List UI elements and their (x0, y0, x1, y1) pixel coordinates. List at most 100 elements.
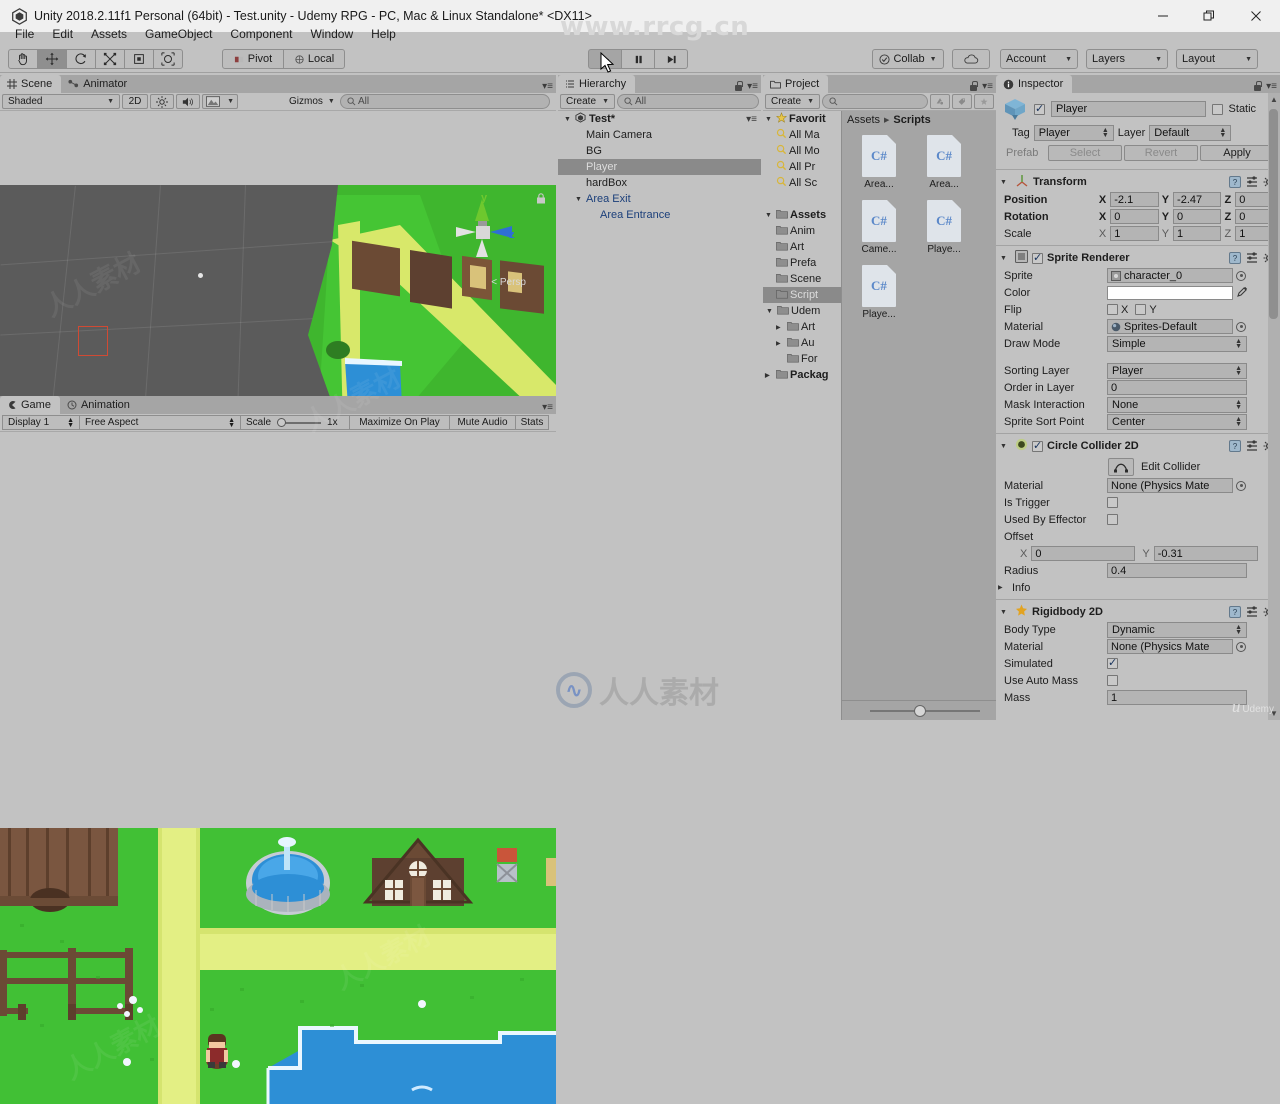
hamburger-icon[interactable]: ▾≡ (746, 114, 757, 124)
color-swatch[interactable] (1107, 285, 1233, 300)
chevron-right-icon[interactable]: ▶ (998, 584, 1009, 591)
body-type-dropdown[interactable]: Dynamic ▲ ▼ (1107, 621, 1247, 638)
prefab-revert-button[interactable]: Revert (1124, 145, 1198, 161)
flip-y-checkbox[interactable] (1135, 304, 1147, 315)
project-search-input[interactable] (822, 94, 928, 109)
asset-item[interactable]: C# Area... (848, 135, 910, 190)
tab-animator[interactable]: Animator (61, 75, 137, 93)
project-tree-all-prefabs[interactable]: All Pr (763, 159, 841, 175)
project-tree-assets[interactable]: ▼ Assets (763, 207, 841, 223)
offset-x-input[interactable]: 0 (1031, 546, 1136, 561)
radius-input[interactable]: 0.4 (1107, 563, 1247, 578)
project-tree-favorites[interactable]: ▼ Favorit (763, 111, 841, 127)
hierarchy-search-input[interactable]: All (617, 94, 759, 109)
project-tab-options[interactable]: ▾≡ (969, 81, 993, 91)
rotate-tool[interactable] (66, 49, 96, 69)
label-filter-icon[interactable] (952, 94, 972, 109)
gameobject-enabled-checkbox[interactable] (1034, 102, 1045, 115)
scroll-down-arrow[interactable]: ▼ (1270, 709, 1278, 718)
chevron-down-icon[interactable]: ▼ (1000, 255, 1011, 262)
game-tab-options[interactable]: ▾≡ (542, 403, 553, 413)
project-tree-prefabs[interactable]: Prefa (763, 255, 841, 271)
hierarchy-item-hardbox[interactable]: hardBox (558, 175, 761, 191)
tab-project[interactable]: Project (763, 75, 829, 93)
rb-material-field[interactable]: None (Physics Mate (1107, 639, 1233, 654)
chevron-right-icon[interactable]: ▶ (776, 324, 787, 331)
scale-slider[interactable]: Scale 1x (240, 415, 350, 430)
mask-interaction-dropdown[interactable]: None ▲ ▼ (1107, 396, 1247, 413)
hierarchy-item-main-camera[interactable]: Main Camera (558, 127, 761, 143)
pause-button[interactable] (621, 49, 655, 69)
layout-button[interactable]: Layout ▼ (1176, 49, 1258, 69)
chevron-down-icon[interactable]: ▼ (1000, 609, 1011, 616)
asset-filter-icon[interactable] (930, 94, 950, 109)
sprite-sort-point-dropdown[interactable]: Center ▲ ▼ (1107, 413, 1247, 430)
move-tool[interactable] (37, 49, 67, 69)
scale-knob[interactable] (277, 418, 287, 427)
component-header-rigidbody-2d[interactable]: ▼ Rigidbody 2D ? (996, 603, 1280, 621)
used-by-effector-checkbox[interactable] (1107, 514, 1118, 525)
scene-lighting-toggle[interactable] (150, 94, 174, 109)
maximize-on-play-toggle[interactable]: Maximize On Play (349, 415, 450, 430)
breadcrumb-scripts[interactable]: Scripts (893, 114, 930, 126)
breadcrumb-assets[interactable]: Assets (847, 114, 880, 126)
local-toggle[interactable]: Local (283, 49, 345, 69)
tab-inspector[interactable]: Inspector (996, 75, 1073, 93)
collider-material-picker-icon[interactable] (1236, 480, 1246, 491)
menu-file[interactable]: File (6, 25, 43, 43)
project-tree-udemy[interactable]: ▼ Udem (763, 303, 841, 319)
rect-tool[interactable] (124, 49, 154, 69)
inspector-scrollbar[interactable]: ▲ ▼ (1268, 93, 1280, 720)
menu-gameobject[interactable]: GameObject (136, 25, 221, 43)
rb-material-picker-icon[interactable] (1236, 641, 1246, 652)
circle-collider-enabled-checkbox[interactable] (1032, 439, 1043, 452)
asset-item[interactable]: C# Area... (913, 135, 975, 190)
offset-y-input[interactable]: -0.31 (1153, 546, 1258, 561)
scene-2d-toggle[interactable]: 2D (122, 94, 148, 109)
cloud-button[interactable] (952, 49, 990, 69)
rotation-y-input[interactable]: 0 (1173, 209, 1222, 224)
chevron-down-icon[interactable]: ▼ (765, 212, 776, 219)
prefab-apply-button[interactable]: Apply (1200, 145, 1274, 161)
hierarchy-item-bg[interactable]: BG (558, 143, 761, 159)
chevron-down-icon[interactable]: ▼ (1000, 179, 1011, 186)
chevron-down-icon[interactable]: ▼ (575, 196, 586, 203)
tab-scene[interactable]: Scene (0, 75, 62, 93)
chevron-down-icon[interactable]: ▼ (1000, 443, 1011, 450)
project-tree-scenes[interactable]: Scene (763, 271, 841, 287)
hamburger-icon[interactable]: ▾≡ (1266, 81, 1277, 91)
info-foldout-row[interactable]: ▶ Info (996, 579, 1280, 596)
sprite-renderer-enabled-checkbox[interactable] (1032, 251, 1043, 264)
use-auto-mass-checkbox[interactable] (1107, 675, 1118, 686)
draw-mode-dropdown[interactable]: Simple ▲ ▼ (1107, 335, 1247, 352)
tab-game[interactable]: Game (0, 396, 60, 414)
gizmos-dropdown[interactable]: Gizmos ▼ (284, 94, 338, 109)
chevron-right-icon[interactable]: ▶ (765, 372, 776, 379)
material-picker-icon[interactable] (1236, 321, 1246, 332)
mass-input[interactable]: 1 (1107, 690, 1247, 705)
zoom-track[interactable] (870, 704, 980, 717)
lock-icon[interactable] (969, 81, 978, 91)
chevron-down-icon[interactable]: ▼ (766, 308, 777, 315)
project-tree-udemy-audio[interactable]: ▶ Au (763, 335, 841, 351)
pivot-toggle[interactable]: Pivot (222, 49, 284, 69)
scene-audio-toggle[interactable] (176, 94, 200, 109)
position-y-input[interactable]: -2.47 (1173, 192, 1222, 207)
scene-tab-options[interactable]: ▾≡ (542, 82, 553, 92)
chevron-right-icon[interactable]: ▶ (776, 340, 787, 347)
edit-collider-button[interactable] (1108, 458, 1134, 476)
order-in-layer-input[interactable]: 0 (1107, 380, 1247, 395)
eyedropper-icon[interactable] (1236, 285, 1249, 301)
rotation-x-input[interactable]: 0 (1110, 209, 1159, 224)
hand-tool[interactable] (8, 49, 38, 69)
tab-hierarchy[interactable]: Hierarchy (558, 75, 636, 93)
component-header-sprite-renderer[interactable]: ▼ Sprite Renderer ? (996, 249, 1280, 267)
scroll-up-arrow[interactable]: ▲ (1270, 95, 1278, 104)
project-tree-animations[interactable]: Anim (763, 223, 841, 239)
zoom-knob[interactable] (914, 704, 926, 717)
scale-tool[interactable] (95, 49, 125, 69)
hamburger-icon[interactable]: ▾≡ (542, 403, 553, 413)
project-tree-art[interactable]: Art (763, 239, 841, 255)
menu-assets[interactable]: Assets (82, 25, 136, 43)
material-object-field[interactable]: Sprites-Default (1107, 319, 1233, 334)
